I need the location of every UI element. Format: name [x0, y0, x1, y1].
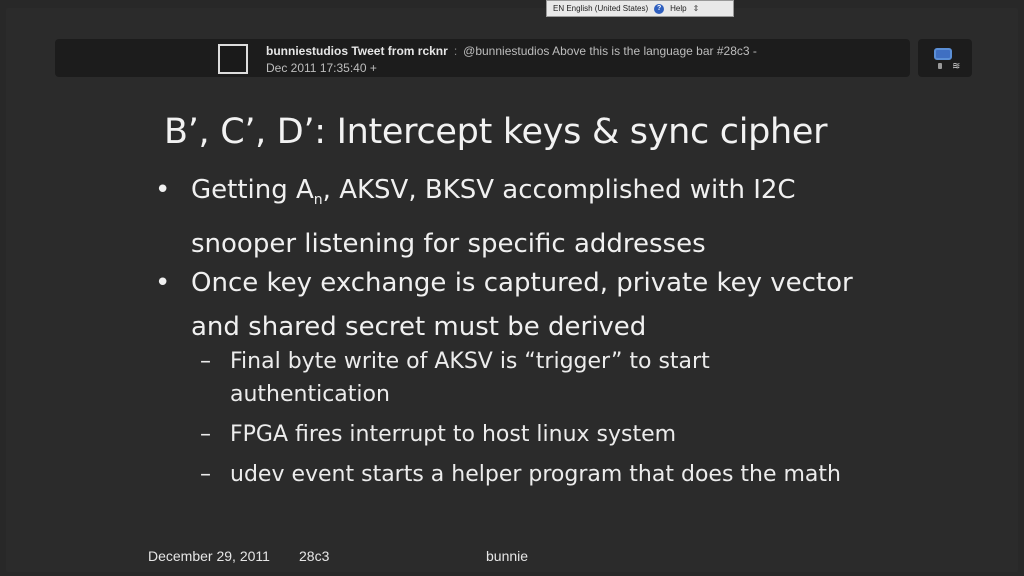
dash-icon: – — [200, 462, 211, 487]
help-icon[interactable]: ? — [654, 3, 665, 14]
volume-icon[interactable] — [938, 63, 942, 69]
notification-title: bunniestudios Tweet from rcknr — [266, 44, 448, 58]
bullet-prefix: Getting A — [191, 175, 314, 205]
footer-date: December 29, 2011 — [148, 548, 270, 564]
notification-separator: : — [453, 44, 458, 58]
help-label[interactable]: Help — [670, 4, 686, 13]
bullet-dot-icon: • — [155, 175, 171, 205]
notification-avatar — [218, 44, 248, 74]
notification-body: @bunniestudios Above this is the languag… — [463, 44, 757, 58]
language-selector[interactable]: EN English (United States) — [553, 4, 648, 13]
subbullet-text: udev event starts a helper program that … — [230, 462, 841, 487]
bullet-dot-icon: • — [155, 268, 171, 298]
notification-timestamp: Dec 2011 17:35:40 + — [266, 61, 377, 75]
dash-icon: – — [200, 422, 211, 447]
system-tray[interactable]: ≋ — [918, 39, 972, 77]
footer-event: 28c3 — [299, 548, 330, 564]
notification-popup[interactable]: bunniestudios Tweet from rcknr: @bunniest… — [55, 39, 910, 77]
dash-icon: – — [200, 349, 211, 374]
bullet-text: Once key exchange is captured, private k… — [191, 268, 853, 342]
footer-author: bunnie — [486, 548, 529, 564]
subbullet-text: FPGA fires interrupt to host linux syste… — [230, 422, 677, 447]
bullet-subscript: n — [313, 192, 323, 209]
subbullet-text: Final byte write of AKSV is “trigger” to… — [230, 349, 710, 407]
battery-icon[interactable] — [934, 48, 952, 60]
notification-line: bunniestudios Tweet from rcknr: @bunniest… — [266, 44, 906, 58]
language-bar[interactable]: EN English (United States) ? Help ⇕ — [546, 0, 734, 17]
wifi-icon[interactable]: ≋ — [952, 61, 960, 72]
bullet-text: Getting An, AKSV, BKSV accomplished with… — [191, 168, 871, 266]
slide-title: B’, C’, D’: Intercept keys & sync cipher — [164, 112, 828, 152]
options-arrows-icon[interactable]: ⇕ — [693, 4, 700, 13]
